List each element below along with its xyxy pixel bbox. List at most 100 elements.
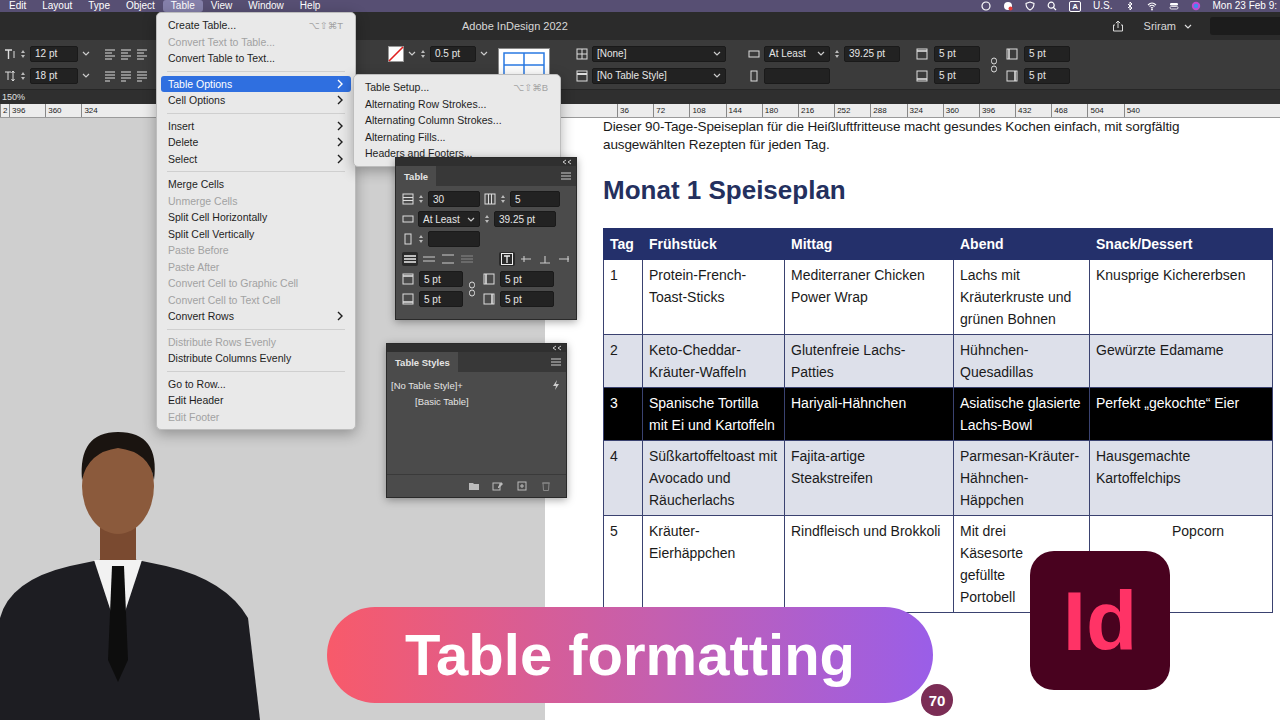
row-height-mode-dropdown[interactable]: At Least [764,46,830,62]
table-cell[interactable]: Hühnchen-Quesadillas [954,335,1090,388]
spinner-icon[interactable] [418,233,424,245]
control-center-icon[interactable] [1169,1,1179,11]
wifi-icon[interactable] [1147,1,1157,11]
row-height-field[interactable]: 39.25 pt [844,46,900,62]
keyboard-locale[interactable]: U.S. [1093,0,1112,12]
heading[interactable]: Monat 1 Speiseplan [603,174,1276,206]
menu-item[interactable]: Select [161,151,351,168]
bottom-inset-field[interactable]: 5 pt [934,68,980,84]
spinner-icon[interactable] [420,48,426,60]
dropdown-arrow-icon[interactable] [467,217,475,222]
table-cell[interactable]: 5 [604,516,643,613]
body-text[interactable]: Dieser 90-Tage-Speiseplan für die Heißlu… [603,118,1276,136]
stroke-none-icon[interactable] [459,252,475,266]
dropdown-arrow-icon[interactable] [82,73,90,78]
share-icon[interactable] [1112,20,1124,32]
table-header-cell[interactable]: Abend [954,229,1090,260]
menu-bar-item[interactable]: View [203,0,241,12]
table-panel[interactable]: Table305At Least39.25 pt5 pt5 pt5 pt5 pt [395,157,577,320]
dropdown-arrow-icon[interactable] [82,51,90,56]
menu-bar-item[interactable]: Layout [34,0,80,12]
table-cell[interactable]: 3 [604,388,643,441]
search-field[interactable] [1210,17,1280,35]
table-row[interactable]: 5Kräuter-EierhäppchenRindfleisch und Bro… [604,516,1273,613]
justify-icon[interactable] [104,70,116,82]
left-inset-field[interactable]: 5 pt [500,271,554,287]
table-cell[interactable]: Perfekt „gekochte“ Eier [1090,388,1273,441]
dropdown-arrow-icon[interactable] [480,51,488,56]
align-icon[interactable] [136,48,148,60]
align-icon[interactable] [104,48,116,60]
table-cell[interactable]: Fajita-artige Steakstreifen [785,441,954,516]
search-icon[interactable] [1047,1,1057,11]
menu-item[interactable]: Split Cell Horizontally [161,209,351,226]
table-cell[interactable]: 4 [604,441,643,516]
input-source[interactable]: A [1069,1,1081,12]
table-cell[interactable]: Keto-Cheddar-Kräuter-Waffeln [643,335,785,388]
spinner-icon[interactable] [20,48,26,60]
menu-item[interactable]: Cell Options [161,92,351,109]
leading-field[interactable]: 18 pt [30,68,78,84]
menu-item[interactable]: Merge Cells [161,176,351,193]
stroke-none-swatch-icon[interactable] [388,46,404,62]
right-inset-field[interactable]: 5 pt [1024,68,1070,84]
panel-menu-icon[interactable] [561,172,571,180]
menu-item[interactable]: Convert Rows [161,308,351,325]
table-header-cell[interactable]: Mittag [785,229,954,260]
style-item[interactable]: [Basic Table] [387,393,566,409]
menu-item[interactable]: Convert Table to Text... [161,50,351,67]
align-icon[interactable] [120,48,132,60]
meal-plan-table[interactable]: TagFrühstückMittagAbendSnack/Dessert1Pro… [603,228,1273,613]
menu-item[interactable]: Alternating Fills... [358,129,556,146]
menu-item[interactable]: Table Options [161,76,351,93]
table-cell[interactable]: Knusprige Kichererbsen [1090,260,1273,335]
siri-icon[interactable] [1191,1,1201,11]
table-cell[interactable]: Glutenfreie Lachs-Patties [785,335,954,388]
table-row[interactable]: 4Süßkartoffeltoast mit Avocado und Räuch… [604,441,1273,516]
panel-menu-icon[interactable] [551,358,561,366]
menu-item[interactable]: Delete [161,134,351,151]
zoom-level[interactable]: 150% [2,92,25,102]
menu-item[interactable]: Table Setup...⌥⇧⌘B [358,79,556,96]
table-style-dropdown[interactable]: [No Table Style] [592,68,726,84]
justify-vertical-icon[interactable] [556,252,572,266]
cell-style-dropdown[interactable]: [None] [592,46,726,62]
bluetooth-icon[interactable] [1125,1,1135,11]
menu-bar-item[interactable]: Object [118,0,163,12]
spinner-icon[interactable] [484,213,490,225]
menu-bar-item[interactable]: Edit [1,0,34,12]
clock[interactable]: Mon 23 Feb 9: [1213,0,1277,12]
link-icon[interactable] [468,281,476,297]
table-header-cell[interactable]: Frühstück [643,229,785,260]
menu-bar-item[interactable]: Table [163,0,203,12]
panel-title[interactable]: Table Styles [387,352,458,372]
table-cell[interactable]: Lachs mit Kräuterkruste und grünen Bohne… [954,260,1090,335]
top-inset-field[interactable]: 5 pt [934,46,980,62]
panel-title[interactable]: Table [396,166,436,186]
row-height-mode-dropdown[interactable]: At Least [418,211,480,227]
table-cell[interactable]: Süßkartoffeltoast mit Avocado und Räuche… [643,441,785,516]
table-cell[interactable]: Parmesan-Kräuter-Hähnchen-Häppchen [954,441,1090,516]
dropdown-arrow-icon[interactable] [713,73,721,78]
table-row[interactable]: 3Spanische Tortilla mit Ei und Kartoffel… [604,388,1273,441]
table-styles-panel[interactable]: Table Styles[No Table Style]+[Basic Tabl… [386,343,567,498]
table-cell[interactable]: 1 [604,260,643,335]
stroke-weight-field[interactable]: 0.5 pt [430,46,476,62]
body-text[interactable]: ausgewählten Rezepten für jeden Tag. [603,136,1276,154]
spinner-icon[interactable] [500,193,506,205]
table-cell[interactable]: Kräuter-Eierhäppchen [643,516,785,613]
table-row[interactable]: 2Keto-Cheddar-Kräuter-WaffelnGlutenfreie… [604,335,1273,388]
text-align-top-icon[interactable] [499,252,515,266]
body-rows-field[interactable]: 30 [428,191,480,207]
menu-item[interactable]: Edit Header [161,392,351,409]
align-bottom-icon[interactable] [537,252,553,266]
table-cell[interactable]: Mediterraner Chicken Power Wrap [785,260,954,335]
menu-bar-item[interactable]: Type [80,0,118,12]
stroke-outer-icon[interactable] [440,252,456,266]
table-cell[interactable]: Gewürzte Edamame [1090,335,1273,388]
menu-item[interactable]: Create Table...⌥⇧⌘T [161,17,351,34]
row-height-field[interactable]: 39.25 pt [494,211,556,227]
table-header-cell[interactable]: Snack/Dessert [1090,229,1273,260]
bottom-inset-field[interactable]: 5 pt [419,291,463,307]
align-center-icon[interactable] [518,252,534,266]
